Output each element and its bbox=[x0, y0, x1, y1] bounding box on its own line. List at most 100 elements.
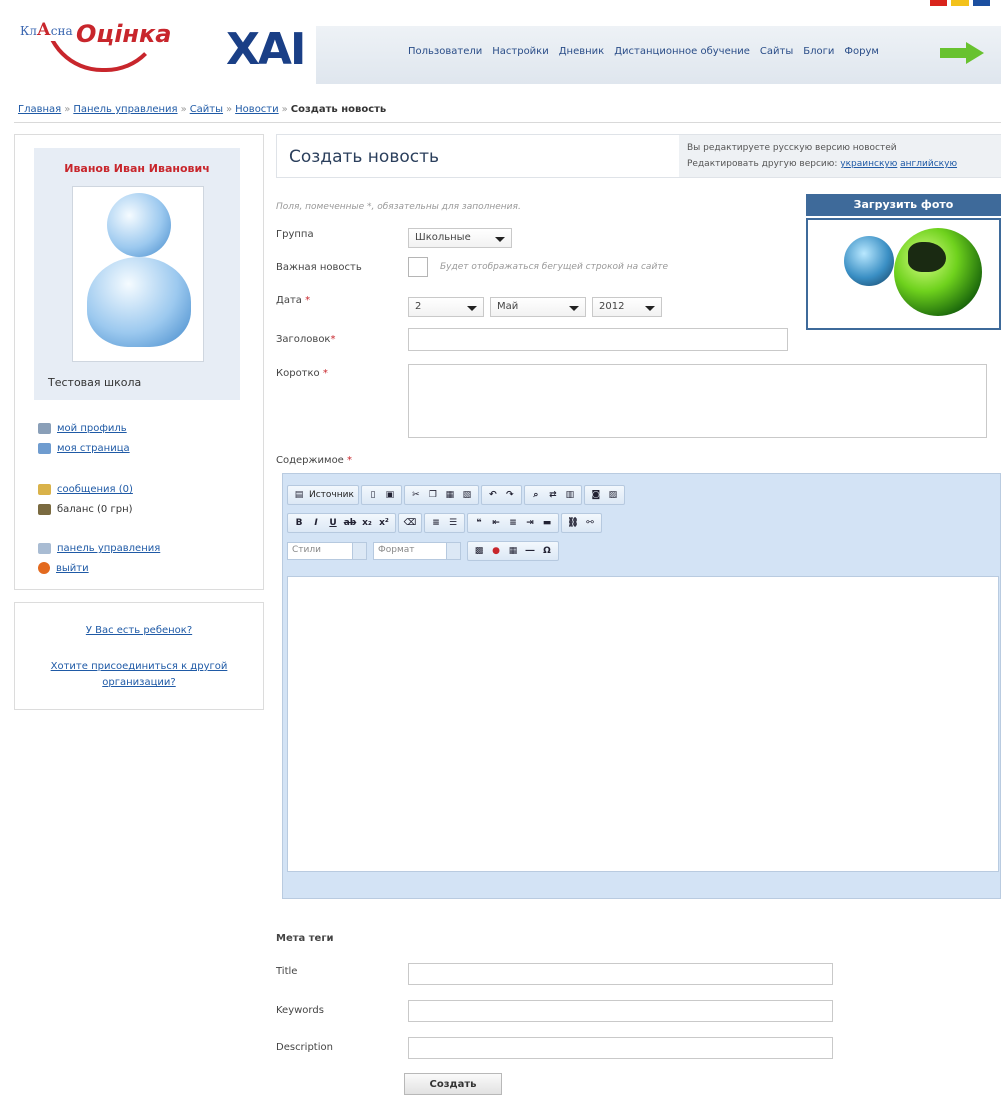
special-char-icon[interactable]: Ω bbox=[540, 544, 554, 558]
nav-item[interactable]: Дневник bbox=[559, 46, 604, 57]
format-select[interactable]: Формат bbox=[373, 542, 461, 560]
undo-icon[interactable]: ↶ bbox=[486, 488, 500, 502]
sidebar-balance: баланс (0 грн) bbox=[38, 504, 133, 515]
numbered-list-icon[interactable]: ≡ bbox=[429, 516, 443, 530]
sidebar-link-messages[interactable]: сообщения (0) bbox=[38, 484, 133, 495]
underline-icon[interactable]: U bbox=[326, 516, 340, 530]
flag-ua-icon[interactable] bbox=[930, 0, 948, 6]
headline-input[interactable] bbox=[408, 328, 788, 351]
breadcrumb-news[interactable]: Новости bbox=[235, 104, 278, 115]
justify-icon[interactable]: ▬ bbox=[540, 516, 554, 530]
chevron-down-icon bbox=[645, 306, 655, 311]
logo-main-text: Оцінка bbox=[76, 20, 172, 48]
nav-item[interactable]: Пользователи bbox=[408, 46, 482, 57]
arrow-right-icon[interactable] bbox=[940, 42, 984, 64]
xai-logo[interactable]: ХАІ bbox=[226, 24, 306, 75]
group-label: Группа bbox=[276, 229, 314, 240]
important-hint: Будет отображаться бегущей строкой на са… bbox=[440, 262, 669, 272]
meta-keywords-input[interactable] bbox=[408, 1000, 833, 1022]
language-flags[interactable] bbox=[930, 0, 990, 6]
source-icon[interactable]: ▤ bbox=[292, 488, 306, 502]
editor-resize-bar[interactable] bbox=[283, 874, 1000, 898]
english-version-link[interactable]: английскую bbox=[900, 159, 957, 169]
site-logo[interactable]: КлАсна Оцінка bbox=[14, 6, 204, 76]
user-name[interactable]: Иванов Иван Иванович bbox=[34, 162, 240, 175]
chevron-down-icon bbox=[446, 543, 460, 559]
page-header: Создать новость Вы редактируете русскую … bbox=[276, 134, 1001, 178]
create-button[interactable]: Создать bbox=[404, 1073, 502, 1095]
image-icon[interactable]: ◙ bbox=[589, 488, 603, 502]
remove-format-icon[interactable]: ⌫ bbox=[403, 516, 417, 530]
align-left-icon[interactable]: ⇤ bbox=[489, 516, 503, 530]
table-icon[interactable]: ▦ bbox=[506, 544, 520, 558]
nav-item[interactable]: Дистанционное обучение bbox=[614, 46, 750, 57]
nav-item[interactable]: Форум bbox=[844, 46, 879, 57]
meta-description-input[interactable] bbox=[408, 1037, 833, 1059]
language-note-text: Вы редактируете русскую версию новостей bbox=[687, 143, 897, 153]
meta-tags-heading: Мета теги bbox=[276, 933, 334, 944]
strikethrough-icon[interactable]: ab bbox=[343, 516, 357, 530]
avatar[interactable] bbox=[72, 186, 204, 362]
styles-select[interactable]: Стили bbox=[287, 542, 367, 560]
bullet-list-icon[interactable]: ☰ bbox=[446, 516, 460, 530]
insert-image-icon[interactable]: ▩ bbox=[472, 544, 486, 558]
sidebar-link-logout[interactable]: выйти bbox=[38, 562, 89, 574]
news-photo bbox=[806, 218, 1001, 330]
join-organization-link[interactable]: Хотите присоединиться к другой организац… bbox=[51, 661, 228, 688]
new-page-icon[interactable]: ▯ bbox=[366, 488, 380, 502]
blockquote-icon[interactable]: ❝ bbox=[472, 516, 486, 530]
unlink-icon[interactable]: ⚯ bbox=[583, 516, 597, 530]
meta-title-input[interactable] bbox=[408, 963, 833, 985]
sidebar-link-my-page[interactable]: моя страница bbox=[38, 443, 130, 454]
find-icon[interactable]: ⌕ bbox=[529, 488, 543, 502]
italic-icon[interactable]: I bbox=[309, 516, 323, 530]
messages-icon bbox=[38, 484, 51, 495]
sidebar-link-control-panel[interactable]: панель управления bbox=[38, 543, 160, 554]
subscript-icon[interactable]: x₂ bbox=[360, 516, 374, 530]
superscript-icon[interactable]: x² bbox=[377, 516, 391, 530]
copy-icon[interactable]: ❐ bbox=[426, 488, 440, 502]
important-checkbox[interactable] bbox=[408, 257, 428, 277]
profile-card: Иванов Иван Иванович Тестовая школа bbox=[34, 148, 240, 400]
source-button[interactable]: Источник bbox=[309, 490, 354, 500]
nav-item[interactable]: Сайты bbox=[760, 46, 793, 57]
nav-item[interactable]: Настройки bbox=[492, 46, 548, 57]
have-child-link[interactable]: У Вас есть ребенок? bbox=[86, 625, 192, 636]
avatar-body-icon bbox=[87, 257, 191, 347]
bold-icon[interactable]: B bbox=[292, 516, 306, 530]
breadcrumb-control-panel[interactable]: Панель управления bbox=[73, 104, 177, 115]
chevron-down-icon bbox=[467, 306, 477, 311]
group-select-value: Школьные bbox=[415, 232, 471, 243]
ukrainian-version-link[interactable]: украинскую bbox=[840, 159, 897, 169]
replace-icon[interactable]: ⇄ bbox=[546, 488, 560, 502]
redo-icon[interactable]: ↷ bbox=[503, 488, 517, 502]
upload-photo-button[interactable]: Загрузить фото bbox=[806, 194, 1001, 216]
breadcrumb-sites[interactable]: Сайты bbox=[190, 104, 223, 115]
paste-word-icon[interactable]: ▧ bbox=[460, 488, 474, 502]
flag-en-icon[interactable] bbox=[972, 0, 990, 6]
link-icon[interactable]: ⛓ bbox=[566, 516, 580, 530]
date-day-select[interactable]: 2 bbox=[408, 297, 484, 317]
horizontal-rule-icon[interactable]: ― bbox=[523, 544, 537, 558]
date-year-select[interactable]: 2012 bbox=[592, 297, 662, 317]
paste-icon[interactable]: ▦ bbox=[443, 488, 457, 502]
select-all-icon[interactable]: ▥ bbox=[563, 488, 577, 502]
breadcrumb-home[interactable]: Главная bbox=[18, 104, 61, 115]
group-select[interactable]: Школьные bbox=[408, 228, 512, 248]
align-center-icon[interactable]: ≡ bbox=[506, 516, 520, 530]
flag-ru-icon[interactable] bbox=[951, 0, 969, 6]
meta-description-label: Description bbox=[276, 1042, 333, 1053]
editor-content-area[interactable] bbox=[287, 576, 999, 872]
date-month-select[interactable]: Май bbox=[490, 297, 586, 317]
avatar-head-icon bbox=[107, 193, 171, 257]
flash-object-icon[interactable]: ● bbox=[489, 544, 503, 558]
flash-icon[interactable]: ▨ bbox=[606, 488, 620, 502]
language-note: Вы редактируете русскую версию новостей … bbox=[679, 135, 1001, 177]
breadcrumb-separator: » bbox=[226, 104, 233, 115]
align-right-icon[interactable]: ⇥ bbox=[523, 516, 537, 530]
preview-icon[interactable]: ▣ bbox=[383, 488, 397, 502]
short-textarea[interactable] bbox=[408, 364, 987, 438]
nav-item[interactable]: Блоги bbox=[803, 46, 834, 57]
sidebar-link-my-profile[interactable]: мой профиль bbox=[38, 423, 127, 434]
cut-icon[interactable]: ✂ bbox=[409, 488, 423, 502]
